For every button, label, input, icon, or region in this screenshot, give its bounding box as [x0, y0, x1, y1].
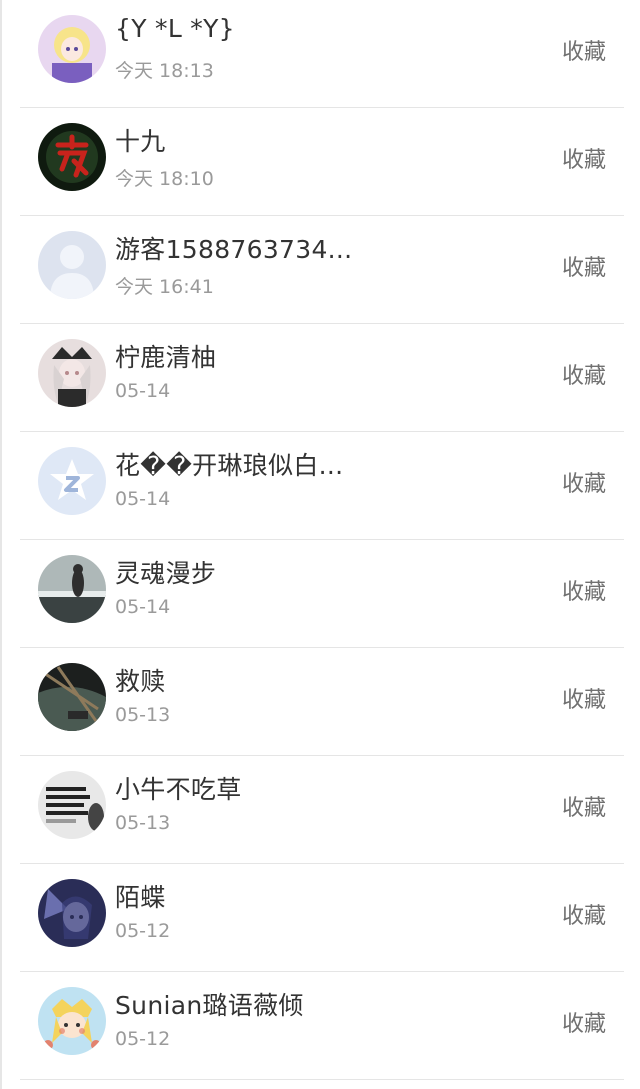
list-item[interactable]: 花��开琳琅似白... 05-14 收藏 — [20, 432, 624, 540]
contact-time: 今天 16:41 — [115, 276, 214, 298]
favorite-button[interactable]: 收藏 — [562, 574, 606, 606]
favorite-button[interactable]: 收藏 — [562, 358, 606, 390]
qq-star-avatar-icon[interactable] — [38, 447, 106, 515]
anime-girl-avatar-icon[interactable] — [38, 339, 106, 407]
list-item[interactable]: 柠鹿清柚 05-14 收藏 — [20, 324, 624, 432]
contact-name: {Y *L *Y} — [115, 14, 235, 43]
contact-name: 救赎 — [115, 667, 166, 696]
list-item[interactable]: 救赎 05-13 收藏 — [20, 648, 624, 756]
contact-time: 05-12 — [115, 920, 171, 942]
favorite-button[interactable]: 收藏 — [562, 466, 606, 498]
contact-time: 05-14 — [115, 596, 171, 618]
favorite-button[interactable]: 收藏 — [562, 898, 606, 930]
contact-name: 花��开琳琅似白... — [115, 451, 344, 480]
night-character-avatar-icon[interactable] — [38, 123, 106, 191]
list-item[interactable]: 十九 今天 18:10 收藏 — [20, 108, 624, 216]
cartoon-avatar-icon[interactable] — [38, 987, 106, 1055]
text-image-avatar-icon[interactable] — [38, 771, 106, 839]
default-user-avatar-icon[interactable] — [38, 231, 106, 299]
anime-girl-avatar-icon[interactable] — [38, 15, 106, 83]
favorite-button[interactable]: 收藏 — [562, 1006, 606, 1038]
contact-name: 陌蝶 — [115, 883, 166, 912]
list-item[interactable]: 灵魂漫步 05-14 收藏 — [20, 540, 624, 648]
favorite-button[interactable]: 收藏 — [562, 34, 606, 66]
contact-time: 今天 18:10 — [115, 168, 214, 190]
list-item[interactable]: 陌蝶 05-12 收藏 — [20, 864, 624, 972]
contact-time: 05-12 — [115, 1028, 171, 1050]
contact-name: Sunian璐语薇倾 — [115, 991, 304, 1020]
contact-time: 05-13 — [115, 704, 171, 726]
contact-time: 05-14 — [115, 488, 171, 510]
favorite-button[interactable]: 收藏 — [562, 250, 606, 282]
list-item[interactable]: {Y *L *Y} 今天 18:13 收藏 — [20, 0, 624, 108]
contact-list: {Y *L *Y} 今天 18:13 收藏 十九 今天 18:10 收藏 游客1… — [0, 0, 640, 1089]
contact-name: 小牛不吃草 — [115, 775, 242, 804]
contact-name: 游客1588763734... — [115, 235, 353, 264]
photo-avatar-icon[interactable] — [38, 555, 106, 623]
favorite-button[interactable]: 收藏 — [562, 142, 606, 174]
contact-name: 灵魂漫步 — [115, 559, 217, 588]
contact-time: 05-13 — [115, 812, 171, 834]
contact-time: 今天 18:13 — [115, 60, 214, 82]
list-item[interactable]: 小牛不吃草 05-13 收藏 — [20, 756, 624, 864]
contact-name: 十九 — [115, 127, 166, 156]
contact-time: 05-14 — [115, 380, 171, 402]
anime-girl-avatar-icon[interactable] — [38, 879, 106, 947]
list-item[interactable]: Sunian璐语薇倾 05-12 收藏 — [20, 972, 624, 1080]
list-item[interactable]: 游客1588763734... 今天 16:41 收藏 — [20, 216, 624, 324]
contact-name: 柠鹿清柚 — [115, 343, 217, 372]
photo-avatar-icon[interactable] — [38, 663, 106, 731]
favorite-button[interactable]: 收藏 — [562, 682, 606, 714]
favorite-button[interactable]: 收藏 — [562, 790, 606, 822]
